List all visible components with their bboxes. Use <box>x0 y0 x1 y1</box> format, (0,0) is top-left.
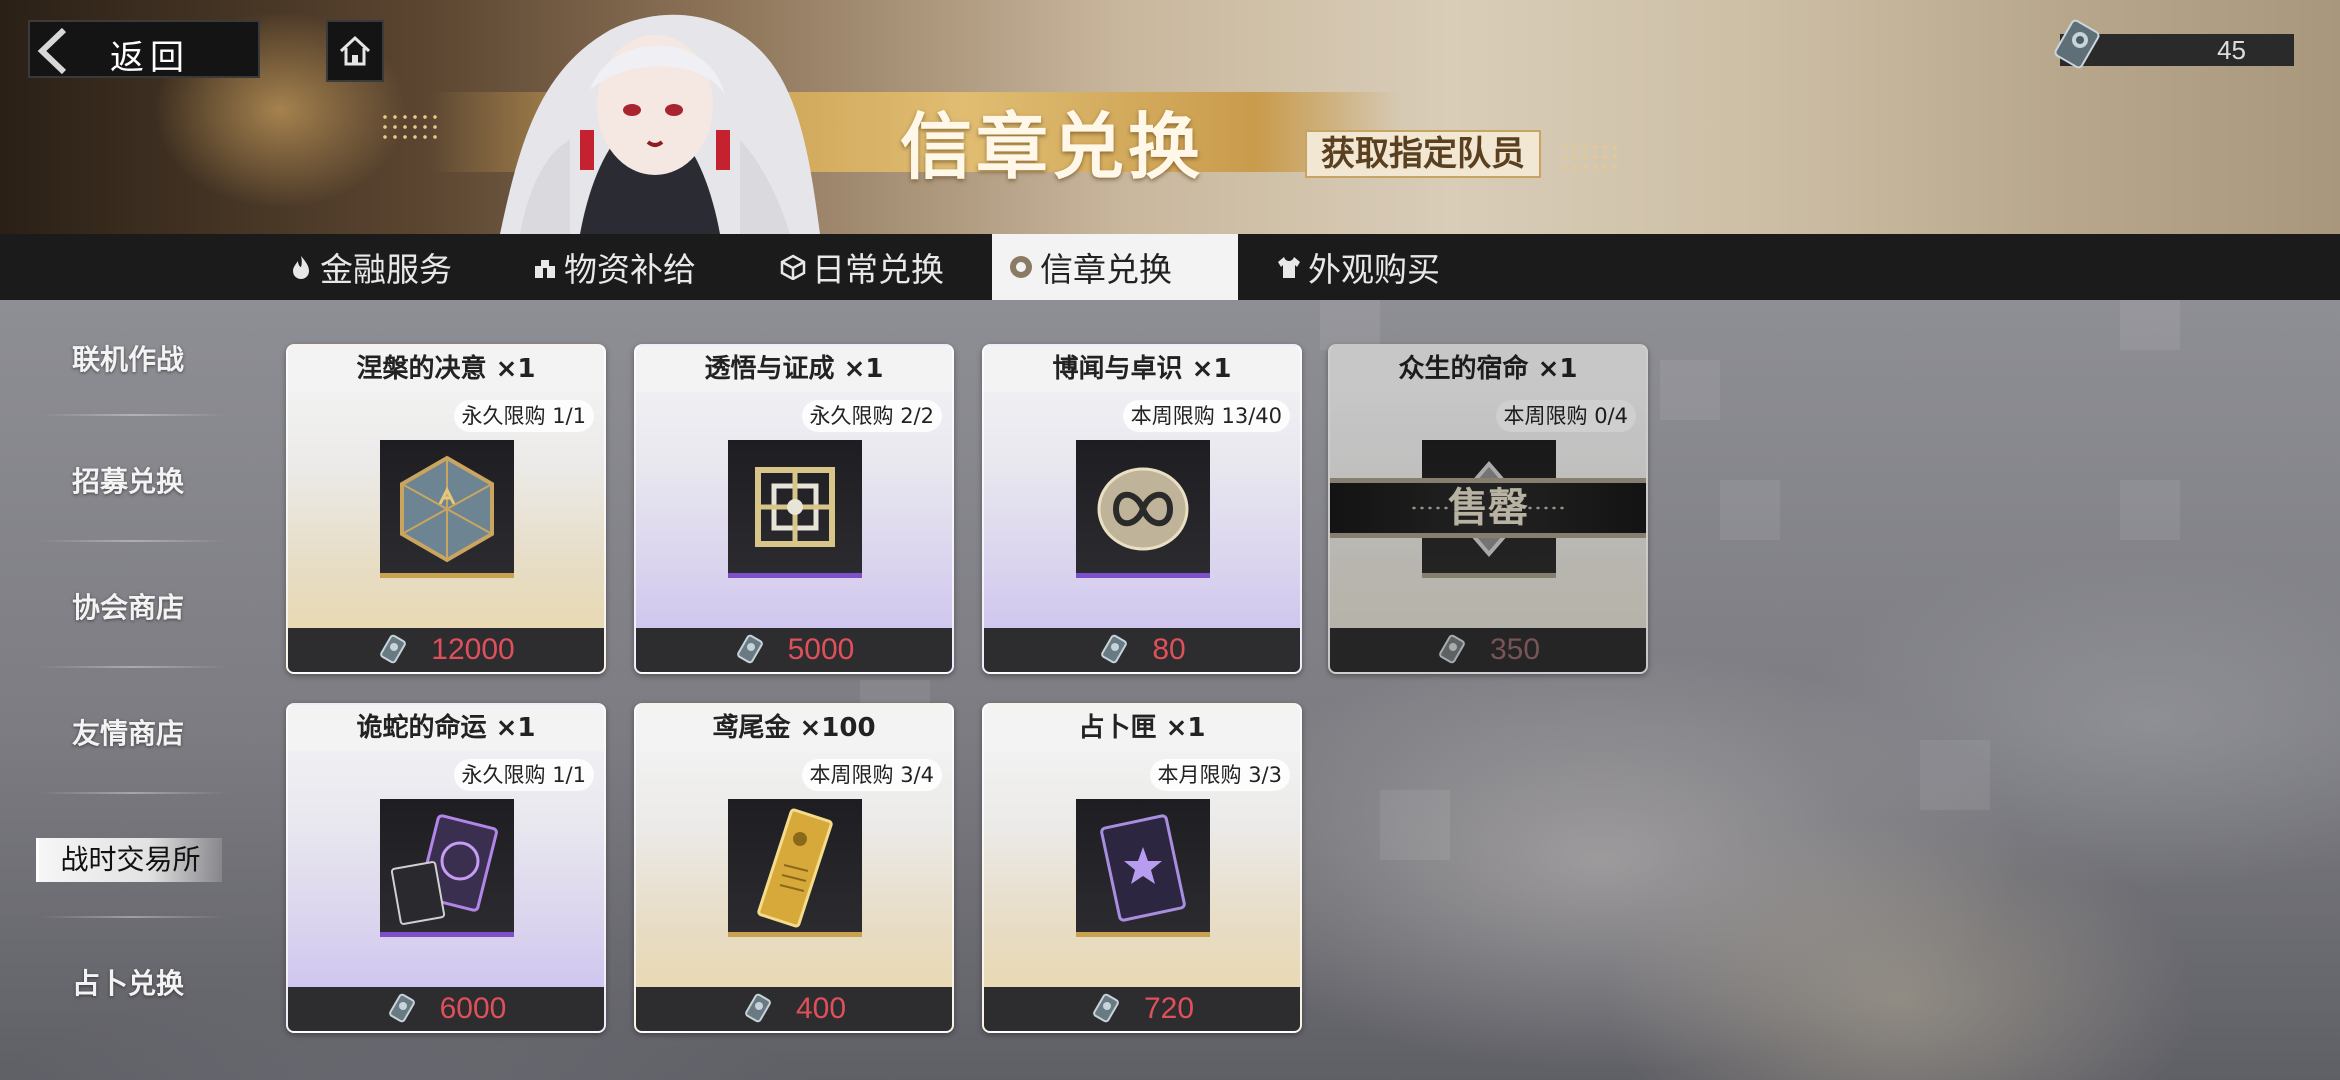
item-price: 80 <box>1152 633 1186 666</box>
item-name: 鸢尾金 ×100 <box>636 705 952 751</box>
shop-item-card[interactable]: 博闻与卓识 ×1 本周限购 13/40 80 <box>982 344 1302 674</box>
price-bar: 12000 <box>288 628 604 672</box>
sold-out-banner: 售罄 <box>1330 478 1646 538</box>
item-price: 720 <box>1143 992 1195 1025</box>
shop-item-card[interactable]: 诡蛇的命运 ×1 永久限购 1/1 6000 <box>286 703 606 1033</box>
tab-finance[interactable]: 金融服务 <box>284 234 456 300</box>
item-image <box>728 440 862 578</box>
price-bar: 80 <box>984 628 1300 672</box>
shop-item-card[interactable]: 涅槃的决意 ×1 永久限购 1/1 12000 <box>286 344 606 674</box>
character-portrait <box>500 14 820 234</box>
badge-token-icon <box>2054 19 2100 69</box>
badge-token-icon <box>1093 993 1119 1023</box>
item-image <box>380 799 514 937</box>
sidebar-item-wartime-exchange[interactable]: 战时交易所 <box>36 838 222 882</box>
page-title: 信章兑换 <box>900 104 1205 189</box>
divination-box-icon <box>1100 814 1186 922</box>
sidebar-item-online-battle[interactable]: 联机作战 <box>30 330 226 390</box>
back-button[interactable]: 返回 <box>28 20 260 78</box>
sidebar-item-guild-shop[interactable]: 协会商店 <box>30 578 226 638</box>
item-image <box>728 799 862 937</box>
item-name: 博闻与卓识 ×1 <box>984 346 1300 392</box>
sidebar-item-friendship-shop[interactable]: 友情商店 <box>30 704 226 764</box>
sidebar-divider <box>40 414 226 416</box>
item-price: 6000 <box>439 992 507 1025</box>
purchase-limit-badge: 永久限购 2/2 <box>801 400 942 432</box>
tab-badge-exchange[interactable]: 信章兑换 <box>992 234 1238 300</box>
item-price: 350 <box>1489 633 1541 666</box>
shirt-icon <box>1278 257 1300 278</box>
item-name: 透悟与证成 ×1 <box>636 346 952 392</box>
home-button[interactable] <box>326 20 384 82</box>
tarot-card-icon <box>390 814 498 925</box>
badge-token-icon <box>736 634 763 664</box>
badge-token-icon <box>1439 634 1465 664</box>
currency-display: 45 <box>2054 19 2294 69</box>
shop-item-card[interactable]: 透悟与证成 ×1 永久限购 2/2 5000 <box>634 344 954 674</box>
shop-item-card-sold-out: 众生的宿命 ×1 本周限购 0/4 售罄 350 <box>1328 344 1648 674</box>
item-name: 占卜匣 ×1 <box>984 705 1300 751</box>
sold-out-label: 售罄 <box>1448 484 1528 531</box>
d20-dice-icon <box>400 455 494 563</box>
item-price: 5000 <box>787 633 855 666</box>
sidebar-divider <box>40 792 226 794</box>
tab-daily-exchange[interactable]: 日常兑换 <box>776 234 948 300</box>
price-bar: 400 <box>636 987 952 1031</box>
supply-icon <box>535 260 555 278</box>
badge-token-icon <box>1101 634 1128 664</box>
price-bar: 6000 <box>288 987 604 1031</box>
purchase-limit-badge: 本周限购 0/4 <box>1495 400 1636 432</box>
tab-label: 日常兑换 <box>812 250 944 289</box>
badge-icon <box>1010 256 1032 278</box>
tab-label: 外观购买 <box>1308 250 1440 289</box>
sidebar-item-recruit-exchange[interactable]: 招募兑换 <box>30 452 226 512</box>
item-image <box>380 440 514 578</box>
item-name: 涅槃的决意 ×1 <box>288 346 604 392</box>
price-bar: 350 <box>1330 628 1646 672</box>
tab-bar: 金融服务 物资补给 日常兑换 信章兑换 外观购买 <box>0 234 2340 300</box>
shop-item-card[interactable]: 占卜匣 ×1 本月限购 3/3 720 <box>982 703 1302 1033</box>
purchase-limit-badge: 本周限购 13/40 <box>1122 400 1290 432</box>
sidebar-item-divination-exchange[interactable]: 占卜兑换 <box>30 954 226 1014</box>
purchase-limit-badge: 永久限购 1/1 <box>453 759 594 791</box>
infinity-emblem-icon <box>1097 467 1189 551</box>
item-price: 400 <box>795 992 847 1025</box>
purchase-limit-badge: 本月限购 3/3 <box>1149 759 1290 791</box>
purchase-limit-badge: 本周限购 3/4 <box>801 759 942 791</box>
sidebar-divider <box>40 916 226 918</box>
tab-supplies[interactable]: 物资补给 <box>528 234 700 300</box>
page-subtitle: 获取指定队员 <box>1305 130 1541 178</box>
badge-token-icon <box>380 634 407 664</box>
home-icon <box>339 35 371 66</box>
gold-bar-icon <box>757 808 833 928</box>
back-arrow-icon <box>37 27 67 75</box>
purchase-limit-badge: 永久限购 1/1 <box>453 400 594 432</box>
sidebar-divider <box>40 540 226 542</box>
knot-emblem-icon <box>755 467 835 547</box>
flame-icon <box>293 256 309 279</box>
item-image <box>1076 799 1210 937</box>
price-bar: 5000 <box>636 628 952 672</box>
badge-token-icon <box>745 993 771 1023</box>
item-name: 诡蛇的命运 ×1 <box>288 705 604 751</box>
tab-label: 信章兑换 <box>1040 250 1172 289</box>
tab-appearance-shop[interactable]: 外观购买 <box>1272 234 1444 300</box>
back-label: 返回 <box>110 38 190 78</box>
item-price: 12000 <box>431 633 515 666</box>
shop-item-card[interactable]: 鸢尾金 ×100 本周限购 3/4 400 <box>634 703 954 1033</box>
badge-token-icon <box>388 993 415 1023</box>
currency-amount: 45 <box>2217 35 2246 65</box>
item-image <box>1076 440 1210 578</box>
price-bar: 720 <box>984 987 1300 1031</box>
cube-icon <box>780 254 806 280</box>
sidebar-divider <box>40 666 226 668</box>
tab-label: 金融服务 <box>320 250 452 289</box>
item-name: 众生的宿命 ×1 <box>1330 346 1646 392</box>
tab-label: 物资补给 <box>564 250 696 289</box>
